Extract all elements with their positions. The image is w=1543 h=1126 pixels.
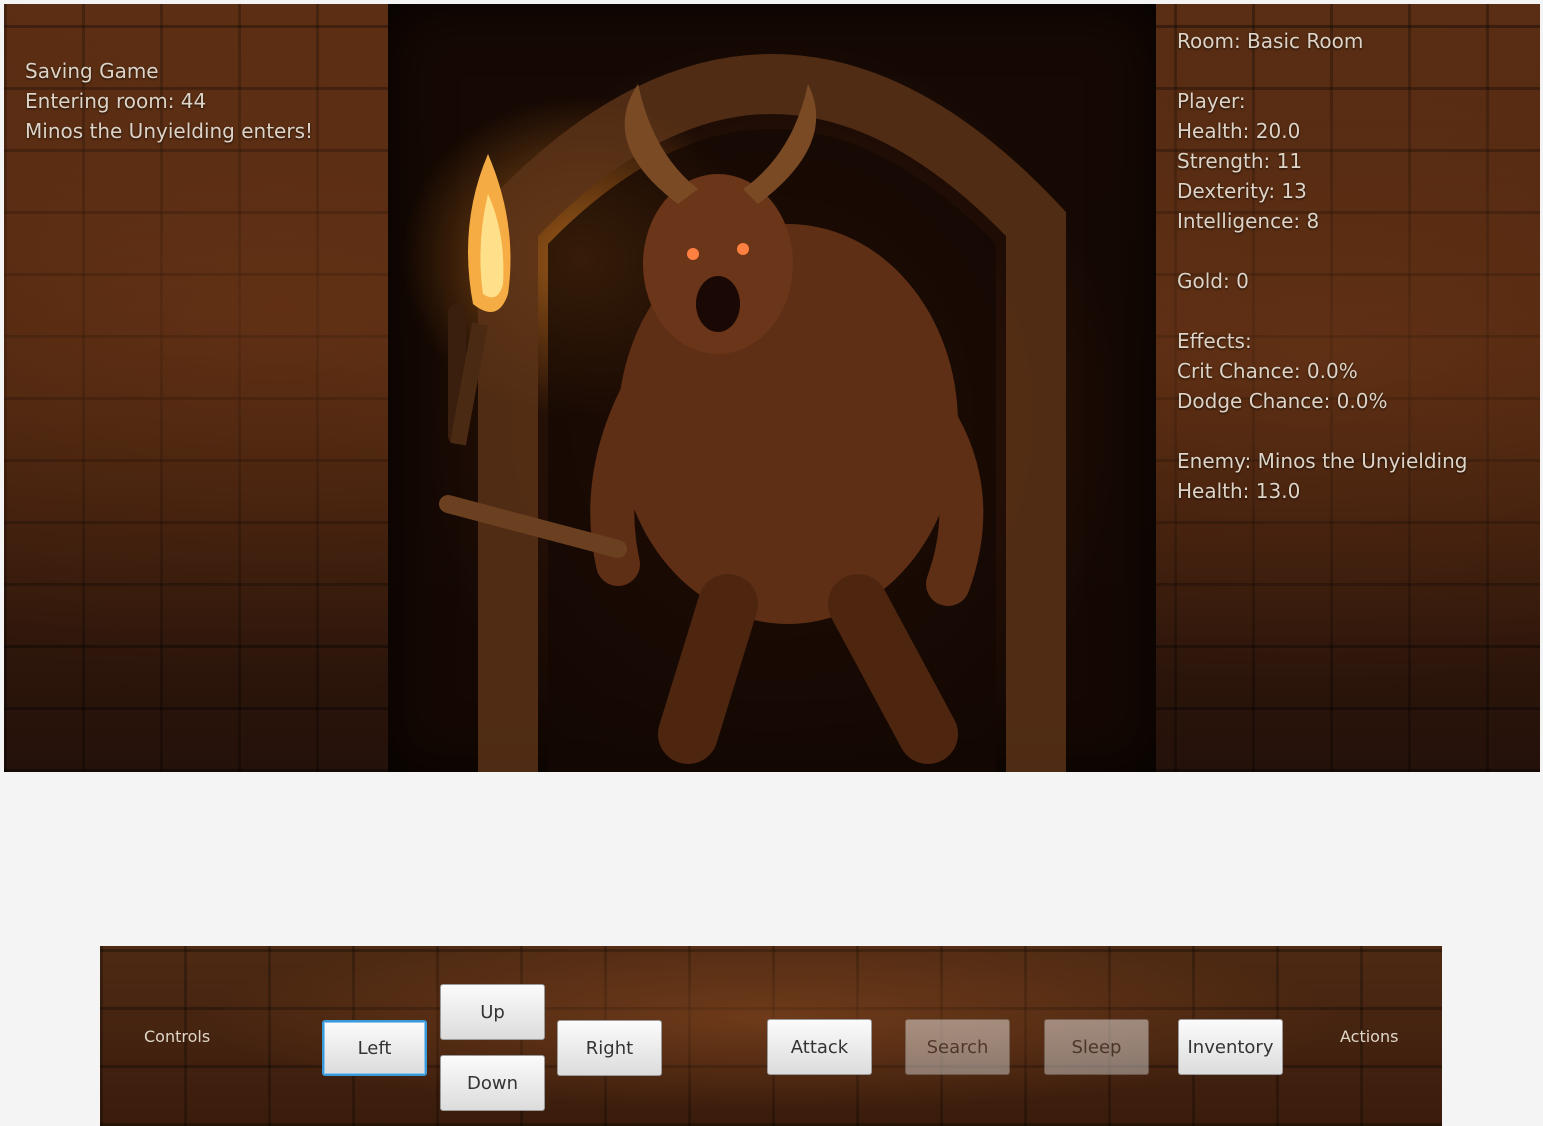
controls-label: Controls bbox=[144, 1027, 211, 1046]
room-name: Room: Basic Room bbox=[1177, 29, 1364, 53]
effects-header: Effects: bbox=[1177, 329, 1252, 353]
crit-chance: Crit Chance: 0.0% bbox=[1177, 359, 1358, 383]
move-down-button[interactable]: Down bbox=[440, 1055, 545, 1111]
log-line: Entering room: 44 bbox=[25, 89, 207, 113]
move-right-button[interactable]: Right bbox=[557, 1020, 662, 1076]
inventory-button[interactable]: Inventory bbox=[1178, 1019, 1283, 1075]
enemy-illustration bbox=[388, 4, 1156, 772]
enemy-name: Enemy: Minos the Unyielding bbox=[1177, 449, 1468, 473]
player-strength: Strength: 11 bbox=[1177, 149, 1303, 173]
game-scene: Saving Game Entering room: 44 Minos the Un… bbox=[4, 4, 1540, 772]
search-button[interactable]: Search bbox=[905, 1019, 1010, 1075]
player-health: Health: 20.0 bbox=[1177, 119, 1301, 143]
player-header: Player: bbox=[1177, 89, 1246, 113]
player-intelligence: Intelligence: 8 bbox=[1177, 209, 1320, 233]
move-left-button[interactable]: Left bbox=[322, 1020, 427, 1076]
sleep-button[interactable]: Sleep bbox=[1044, 1019, 1149, 1075]
move-up-button[interactable]: Up bbox=[440, 984, 545, 1040]
enemy-health: Health: 13.0 bbox=[1177, 479, 1301, 503]
dodge-chance: Dodge Chance: 0.0% bbox=[1177, 389, 1388, 413]
log-line: Saving Game bbox=[25, 59, 159, 83]
message-log: Saving Game Entering room: 44 Minos the Un… bbox=[25, 56, 313, 146]
attack-button[interactable]: Attack bbox=[767, 1019, 872, 1075]
actions-label: Actions bbox=[1340, 1027, 1399, 1046]
log-line: Minos the Unyielding enters! bbox=[25, 119, 314, 143]
stats-panel: Room: Basic Room Player: Health: 20.0 Stren… bbox=[1177, 26, 1467, 506]
player-gold: Gold: 0 bbox=[1177, 269, 1249, 293]
player-dexterity: Dexterity: 13 bbox=[1177, 179, 1307, 203]
